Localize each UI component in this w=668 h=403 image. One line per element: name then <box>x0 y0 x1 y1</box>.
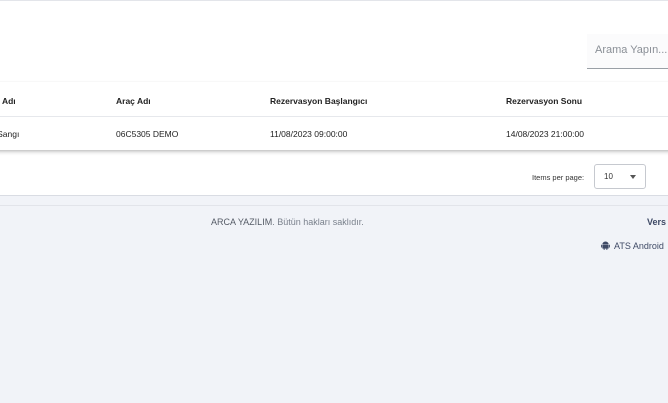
android-app-link[interactable]: ATS Android <box>601 241 664 251</box>
content-panel: cü Adı Araç Adı Rezervasyon Başlangıcı R… <box>0 0 668 196</box>
search-field[interactable] <box>587 34 668 69</box>
column-header-reservation-end[interactable]: Rezervasyon Sonu <box>506 96 582 106</box>
column-header-reservation-start[interactable]: Rezervasyon Başlangıcı <box>270 96 367 106</box>
reservations-table: cü Adı Araç Adı Rezervasyon Başlangıcı R… <box>0 82 668 150</box>
footer-brand: ARCA YAZILIM <box>211 217 273 227</box>
items-per-page-label: Items per page: <box>532 173 585 182</box>
footer-divider <box>0 205 668 206</box>
cell-vehicle-name: 06C5305 DEMO <box>116 129 179 139</box>
chevron-down-icon <box>630 175 636 179</box>
cell-reservation-start: 11/08/2023 09:00:00 <box>270 129 348 139</box>
search-input[interactable] <box>595 44 668 56</box>
footer-rights: . Bütün hakları saklıdır. <box>272 217 364 227</box>
footer-copyright: ARCA YAZILIM. Bütün hakları saklıdır. <box>211 217 364 227</box>
column-header-driver-name[interactable]: cü Adı <box>0 96 16 106</box>
header-row-divider <box>0 116 668 117</box>
items-per-page-value: 10 <box>604 172 613 181</box>
android-app-label: ATS Android <box>614 241 664 251</box>
version-label: Vers <box>647 217 667 227</box>
cell-reservation-end: 14/08/2023 21:00:00 <box>506 129 584 139</box>
column-header-vehicle-name[interactable]: Araç Adı <box>116 96 151 106</box>
top-divider <box>0 0 668 1</box>
items-per-page-select[interactable]: 10 <box>594 164 646 189</box>
cell-driver-name: a Sangı <box>0 129 20 139</box>
android-icon <box>601 241 610 250</box>
